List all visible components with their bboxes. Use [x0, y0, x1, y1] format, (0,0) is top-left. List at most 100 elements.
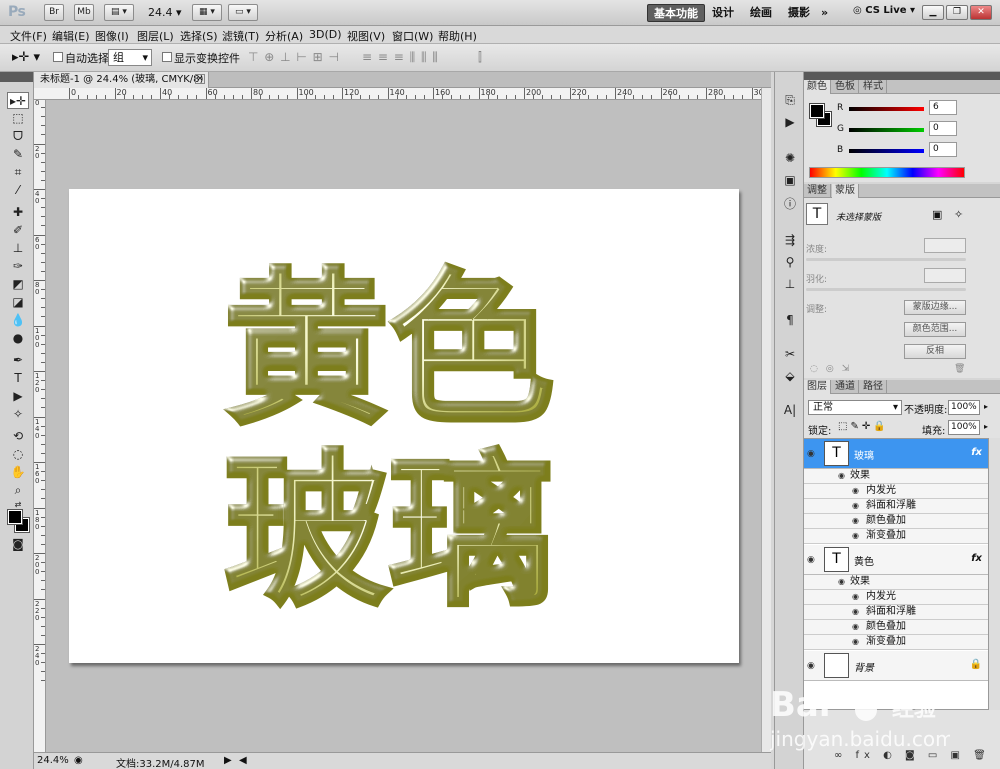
close-button[interactable]: ✕ — [970, 5, 992, 20]
layer-row-background[interactable]: ◉ 背景 🔒 — [804, 651, 988, 681]
tab-color[interactable]: 颜色 — [804, 80, 831, 94]
notes-panel-icon[interactable]: ⬙ — [781, 368, 799, 384]
healing-brush-tool-icon[interactable]: ✚ — [7, 204, 29, 221]
pen-tool-icon[interactable]: ✒ — [7, 352, 29, 369]
eyedropper-tool-icon[interactable]: ⁄ — [7, 182, 29, 199]
workspace-photography[interactable]: 摄影 — [782, 4, 816, 22]
menu-filter[interactable]: 滤镜(T) — [222, 28, 259, 44]
crop-tool-icon[interactable]: ⌗ — [7, 164, 29, 181]
status-arrow-icon[interactable]: ▶ — [224, 755, 232, 766]
clone-source-icon[interactable]: ⚲ — [781, 254, 799, 270]
blend-mode-dropdown[interactable]: 正常 ▾ — [808, 400, 902, 415]
marquee-tool-icon[interactable]: ⬚ — [7, 110, 29, 127]
dodge-tool-icon[interactable]: ● — [7, 330, 29, 347]
visibility-eye-icon[interactable]: ◉ — [852, 499, 859, 513]
quick-mask-icon[interactable]: ◙ — [7, 536, 29, 553]
brushes-panel-icon[interactable]: ✺ — [781, 150, 799, 166]
character-panel-icon[interactable]: A| — [781, 402, 799, 418]
lock-icons[interactable]: ⬚✎✛🔒 — [838, 421, 889, 432]
view-extras-button[interactable]: ▤ ▾ — [104, 4, 134, 21]
layer-comps-icon[interactable]: ⇶ — [781, 232, 799, 248]
layer-row-yellow[interactable]: ◉ T 黄色 fx — [804, 545, 988, 575]
quick-select-tool-icon[interactable]: ✎ — [7, 146, 29, 163]
g-value[interactable]: 0 — [929, 121, 957, 136]
shape-tool-icon[interactable]: ✧ — [7, 406, 29, 423]
character-tools-icon[interactable]: ✂ — [781, 346, 799, 362]
menu-edit[interactable]: 编辑(E) — [52, 28, 90, 44]
actions-panel-icon[interactable]: ▶ — [781, 114, 799, 130]
effects-row[interactable]: ◉ 效果 — [804, 575, 988, 590]
effect-row[interactable]: ◉ 内发光 — [804, 590, 988, 605]
effects-row[interactable]: ◉ 效果 — [804, 469, 988, 484]
workspace-essentials[interactable]: 基本功能 — [647, 4, 705, 22]
brush-tool-icon[interactable]: ✐ — [7, 222, 29, 239]
menu-view[interactable]: 视图(V) — [347, 28, 385, 44]
menu-help[interactable]: 帮助(H) — [438, 28, 477, 44]
menu-select[interactable]: 选择(S) — [180, 28, 218, 44]
density-field[interactable] — [924, 238, 966, 253]
paragraph-panel-icon[interactable]: ¶ — [781, 312, 799, 328]
tool-presets-icon[interactable]: ⊥ — [781, 276, 799, 292]
arrange-documents-button[interactable]: ▦ ▾ — [192, 4, 222, 21]
screen-mode-button[interactable]: ▭ ▾ — [228, 4, 258, 21]
type-tool-icon[interactable]: T — [7, 370, 29, 387]
auto-align-icon[interactable]: ⫿ — [478, 50, 483, 65]
foreground-color-swatch[interactable] — [7, 509, 23, 525]
vertical-scrollbar[interactable] — [761, 88, 771, 752]
history-panel-icon[interactable]: ⎘ — [781, 92, 799, 108]
visibility-eye-icon[interactable]: ◉ — [852, 529, 859, 543]
document-tab[interactable]: 未标题-1 @ 24.4% (玻璃, CMYK/8) * ✕ — [34, 72, 209, 101]
minimize-button[interactable]: ▁ — [922, 5, 944, 20]
tab-swatches[interactable]: 色板 — [832, 80, 859, 94]
effect-row[interactable]: ◉ 斜面和浮雕 — [804, 605, 988, 620]
density-slider[interactable] — [806, 258, 966, 261]
path-select-tool-icon[interactable]: ▶ — [7, 388, 29, 405]
fill-arrow-icon[interactable]: ▸ — [984, 422, 988, 431]
effect-row[interactable]: ◉ 渐变叠加 — [804, 529, 988, 544]
tab-masks[interactable]: 蒙版 — [832, 184, 859, 198]
menu-analysis[interactable]: 分析(A) — [265, 28, 303, 44]
feather-slider[interactable] — [806, 288, 966, 291]
visibility-eye-icon[interactable]: ◉ — [852, 514, 859, 528]
effect-row[interactable]: ◉ 渐变叠加 — [804, 635, 988, 650]
workspace-painting[interactable]: 绘画 — [744, 4, 778, 22]
color-spectrum-bar[interactable] — [809, 167, 965, 178]
close-tab-icon[interactable]: ✕ — [195, 74, 205, 84]
effect-row[interactable]: ◉ 内发光 — [804, 484, 988, 499]
effect-row[interactable]: ◉ 颜色叠加 — [804, 620, 988, 635]
canvas-area[interactable]: 黄色 玻璃 — [46, 100, 761, 752]
clone-stamp-tool-icon[interactable]: ⊥ — [7, 240, 29, 257]
b-slider[interactable] — [849, 149, 924, 153]
visibility-eye-icon[interactable]: ◉ — [838, 469, 845, 483]
mini-bridge-button[interactable]: Mb — [74, 4, 94, 21]
visibility-eye-icon[interactable]: ◉ — [838, 575, 845, 589]
bridge-button[interactable]: Br — [44, 4, 64, 21]
tab-adjustments[interactable]: 调整 — [804, 184, 831, 198]
align-icons[interactable]: ⊤ ⊕ ⊥ ⊢ ⊞ ⊣ — [248, 50, 340, 64]
visibility-eye-icon[interactable]: ◉ — [852, 590, 859, 604]
visibility-eye-icon[interactable]: ◉ — [852, 635, 859, 649]
blur-tool-icon[interactable]: 💧 — [7, 312, 29, 329]
tab-layers[interactable]: 图层 — [804, 380, 831, 394]
layers-scrollbar[interactable] — [988, 438, 1000, 710]
layer-fx-icon[interactable]: fx — [971, 447, 982, 458]
menu-window[interactable]: 窗口(W) — [392, 28, 433, 44]
paint-bucket-tool-icon[interactable]: ◪ — [7, 294, 29, 311]
3d-orbit-tool-icon[interactable]: ◌ — [7, 446, 29, 463]
effect-row[interactable]: ◉ 斜面和浮雕 — [804, 499, 988, 514]
cs-live-button[interactable]: ◎ CS Live ▾ — [853, 5, 915, 16]
r-slider[interactable] — [849, 107, 924, 111]
workspace-more-button[interactable]: » — [815, 4, 834, 22]
effect-row[interactable]: ◉ 颜色叠加 — [804, 514, 988, 529]
visibility-eye-icon[interactable]: ◉ — [852, 605, 859, 619]
r-value[interactable]: 6 — [929, 100, 957, 115]
vector-mask-icon[interactable]: ✧ — [954, 208, 963, 221]
show-transform-checkbox[interactable] — [162, 52, 172, 62]
g-slider[interactable] — [849, 128, 924, 132]
opacity-arrow-icon[interactable]: ▸ — [984, 402, 988, 411]
tab-styles[interactable]: 样式 — [860, 80, 887, 94]
menu-3d[interactable]: 3D(D) — [309, 28, 342, 41]
navigator-panel-icon[interactable]: ▣ — [781, 172, 799, 188]
visibility-eye-icon[interactable]: ◉ — [807, 661, 815, 671]
panel-grip[interactable] — [804, 72, 1000, 80]
